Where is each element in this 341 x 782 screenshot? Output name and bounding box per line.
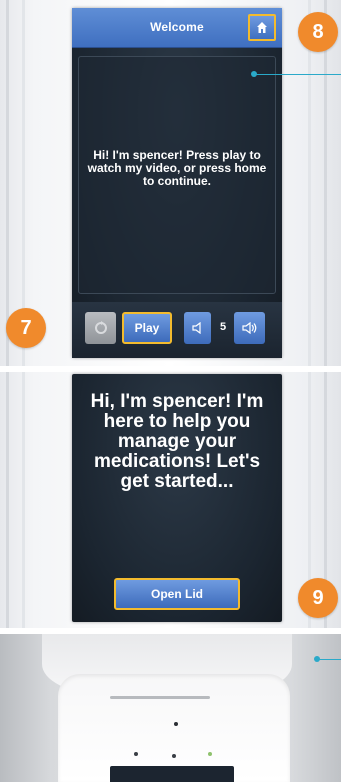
volume-up-icon xyxy=(241,322,256,334)
volume-down-button[interactable] xyxy=(184,312,211,344)
device-photo xyxy=(0,634,341,782)
volume-level: 5 xyxy=(219,321,227,333)
device-lid-seam xyxy=(110,696,210,699)
intro-screen: Hi, I'm spencer! I'm here to help you ma… xyxy=(72,374,282,622)
replay-icon xyxy=(94,321,107,334)
frame-rail xyxy=(6,0,9,366)
video-area[interactable]: Hi! I'm spencer! Press play to watch my … xyxy=(78,56,276,294)
volume-down-icon xyxy=(191,322,201,334)
playback-controls: Play 5 xyxy=(72,302,282,358)
open-lid-button[interactable]: Open Lid xyxy=(114,578,240,610)
indicator-light xyxy=(134,752,138,756)
frame-rail xyxy=(308,0,311,366)
callout-badge-7: 7 xyxy=(6,308,46,348)
intro-message: Hi, I'm spencer! I'm here to help you ma… xyxy=(90,391,264,492)
home-button[interactable] xyxy=(248,14,276,41)
frame-rail xyxy=(324,0,327,366)
frame-rail xyxy=(6,372,9,628)
video-message: Hi! I'm spencer! Press play to watch my … xyxy=(87,148,267,188)
play-button[interactable]: Play xyxy=(122,312,172,344)
callout-badge-9: 9 xyxy=(298,578,338,618)
frame-rail xyxy=(22,372,25,628)
home-icon xyxy=(257,22,267,33)
callout-badge-8: 8 xyxy=(298,12,338,52)
indicator-light xyxy=(208,752,212,756)
indicator-light xyxy=(172,754,176,758)
title-bar: Welcome xyxy=(72,8,282,48)
volume-up-button[interactable] xyxy=(234,312,265,344)
replay-button[interactable] xyxy=(85,312,116,344)
indicator-light xyxy=(174,722,178,726)
device-screen xyxy=(110,766,234,782)
leader-line xyxy=(318,659,341,660)
leader-line xyxy=(255,74,341,75)
welcome-screen: Welcome Hi! I'm spencer! Press play to w… xyxy=(72,8,282,358)
